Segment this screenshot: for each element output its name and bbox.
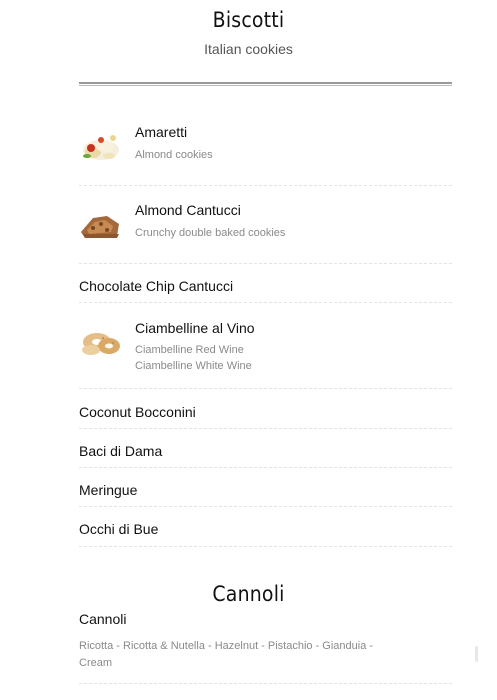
section-title-biscotti: Biscotti bbox=[212, 8, 285, 32]
menu-item-cannoli[interactable]: Cannoli bbox=[79, 611, 126, 627]
item-name: Baci di Dama bbox=[79, 443, 163, 459]
ciambelline-cookie-image bbox=[82, 333, 120, 355]
item-divider bbox=[79, 302, 452, 303]
amaretti-cookie-image bbox=[83, 135, 119, 160]
item-name: Almond Cantucci bbox=[135, 202, 241, 218]
item-divider bbox=[79, 388, 452, 389]
item-description: Crunchy double baked cookies bbox=[135, 227, 286, 239]
section-title-cannoli: Cannoli bbox=[212, 582, 285, 606]
item-name: Occhi di Bue bbox=[79, 521, 159, 537]
menu-item-almond-cantucci[interactable]: Almond Cantucci Crunchy double baked coo… bbox=[79, 200, 452, 252]
item-description: Ricotta - Ricotta & Nutella - Hazelnut -… bbox=[79, 640, 374, 669]
menu-item-occhi-di-bue[interactable]: Occhi di Bue bbox=[79, 521, 452, 541]
item-divider bbox=[79, 185, 452, 186]
item-description: Almond cookies bbox=[135, 149, 213, 161]
item-description: Ciambelline Red Wine bbox=[135, 344, 244, 356]
item-name: Meringue bbox=[79, 482, 138, 498]
section-subtitle: Italian cookies bbox=[204, 41, 293, 57]
menu-item-ciambelline-al-vino[interactable]: Ciambelline al Vino Ciambelline Red Wine… bbox=[79, 318, 452, 378]
item-name: Coconut Bocconini bbox=[79, 404, 196, 420]
menu-item-baci-di-dama[interactable]: Baci di Dama bbox=[79, 443, 452, 463]
scroll-indicator[interactable] bbox=[475, 646, 478, 662]
item-divider bbox=[79, 428, 452, 429]
item-name: Amaretti bbox=[135, 124, 188, 140]
section-divider bbox=[79, 82, 452, 86]
menu-item-amaretti[interactable]: Amaretti Almond cookies bbox=[79, 120, 452, 172]
menu-item-meringue[interactable]: Meringue bbox=[79, 482, 452, 502]
item-description: Ciambelline White Wine bbox=[135, 360, 252, 372]
menu-item-chocolate-chip-cantucci[interactable]: Chocolate Chip Cantucci bbox=[79, 278, 452, 298]
menu-page: Biscotti Italian cookies Amaretti Almond… bbox=[0, 0, 497, 700]
item-divider bbox=[79, 263, 452, 264]
item-name: Chocolate Chip Cantucci bbox=[79, 278, 234, 294]
cantucci-cookie-image bbox=[81, 216, 119, 238]
item-divider bbox=[79, 683, 452, 684]
item-name: Ciambelline al Vino bbox=[135, 320, 255, 336]
item-divider bbox=[79, 546, 452, 547]
item-divider bbox=[79, 506, 452, 507]
item-divider bbox=[79, 467, 452, 468]
menu-item-coconut-bocconini[interactable]: Coconut Bocconini bbox=[79, 404, 452, 424]
